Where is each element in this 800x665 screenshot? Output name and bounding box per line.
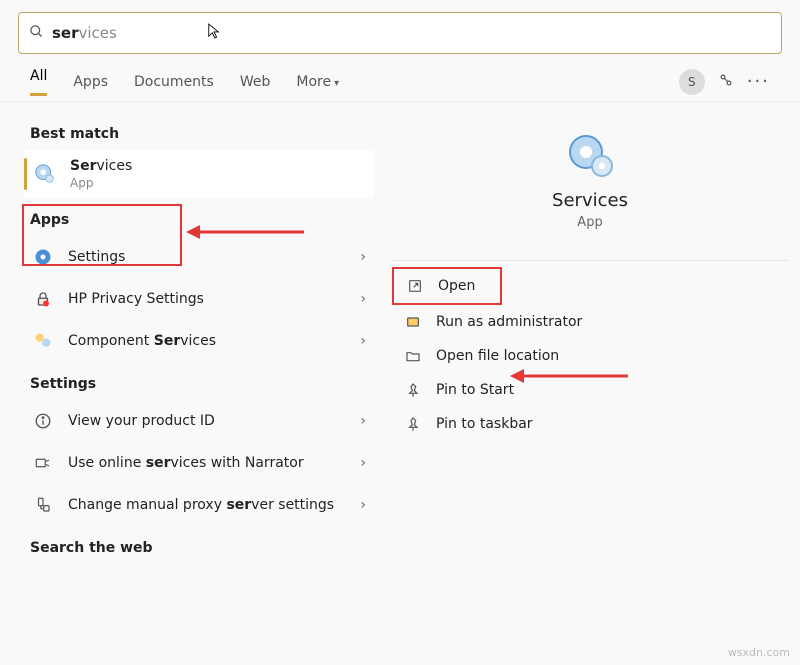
results-panel: Best match Services App Apps Settings › … xyxy=(24,112,374,564)
info-icon xyxy=(32,410,54,432)
tab-all[interactable]: All xyxy=(30,68,47,96)
section-best-match: Best match xyxy=(30,126,368,142)
narrator-icon xyxy=(32,452,54,474)
pin-icon xyxy=(404,415,422,433)
shield-icon xyxy=(404,313,422,331)
detail-subtitle: App xyxy=(392,215,788,230)
app-component-services-row[interactable]: Component Services › xyxy=(24,320,374,362)
detail-title: Services xyxy=(392,190,788,211)
action-run-admin[interactable]: Run as administrator xyxy=(392,305,788,339)
folder-icon xyxy=(404,347,422,365)
search-icon xyxy=(29,24,44,43)
cursor-icon xyxy=(207,22,221,44)
tab-web[interactable]: Web xyxy=(240,74,271,90)
action-pin-start[interactable]: Pin to Start xyxy=(392,373,788,407)
chevron-right-icon: › xyxy=(360,497,366,513)
component-services-icon xyxy=(32,330,54,352)
options-icon[interactable] xyxy=(717,71,735,93)
app-settings-row[interactable]: Settings › xyxy=(24,236,374,278)
chevron-right-icon: › xyxy=(360,333,366,349)
chevron-right-icon: › xyxy=(360,291,366,307)
services-hero-icon xyxy=(566,132,614,180)
setting-proxy-row[interactable]: Change manual proxy server settings › xyxy=(24,484,374,526)
detail-panel: Services App Open Run as administrator xyxy=(374,112,788,564)
section-settings: Settings xyxy=(30,376,368,392)
proxy-icon xyxy=(32,494,54,516)
best-match-item[interactable]: Services App xyxy=(24,150,374,198)
chevron-right-icon: › xyxy=(360,413,366,429)
more-menu-icon[interactable]: ··· xyxy=(747,71,770,92)
search-bar[interactable]: services xyxy=(18,12,782,54)
action-open[interactable]: Open xyxy=(392,267,502,305)
settings-icon xyxy=(32,246,54,268)
tab-more[interactable]: More xyxy=(296,74,339,90)
search-input[interactable]: services xyxy=(52,24,117,42)
lock-icon xyxy=(32,288,54,310)
setting-product-id-row[interactable]: View your product ID › xyxy=(24,400,374,442)
action-pin-taskbar[interactable]: Pin to taskbar xyxy=(392,407,788,441)
app-hp-privacy-row[interactable]: HP Privacy Settings › xyxy=(24,278,374,320)
action-file-location[interactable]: Open file location xyxy=(392,339,788,373)
tab-apps[interactable]: Apps xyxy=(73,74,108,90)
open-icon xyxy=(406,277,424,295)
chevron-right-icon: › xyxy=(360,249,366,265)
best-match-subtitle: App xyxy=(70,176,132,190)
setting-narrator-row[interactable]: Use online services with Narrator › xyxy=(24,442,374,484)
tab-documents[interactable]: Documents xyxy=(134,74,214,90)
best-match-title: Services xyxy=(70,158,132,174)
section-search-web: Search the web xyxy=(30,540,368,556)
chevron-right-icon: › xyxy=(360,455,366,471)
user-avatar[interactable]: S xyxy=(679,69,705,95)
section-apps: Apps xyxy=(30,212,368,228)
filter-tabs: All Apps Documents Web More S ··· xyxy=(0,62,800,102)
gear-icon xyxy=(34,163,56,185)
pin-icon xyxy=(404,381,422,399)
